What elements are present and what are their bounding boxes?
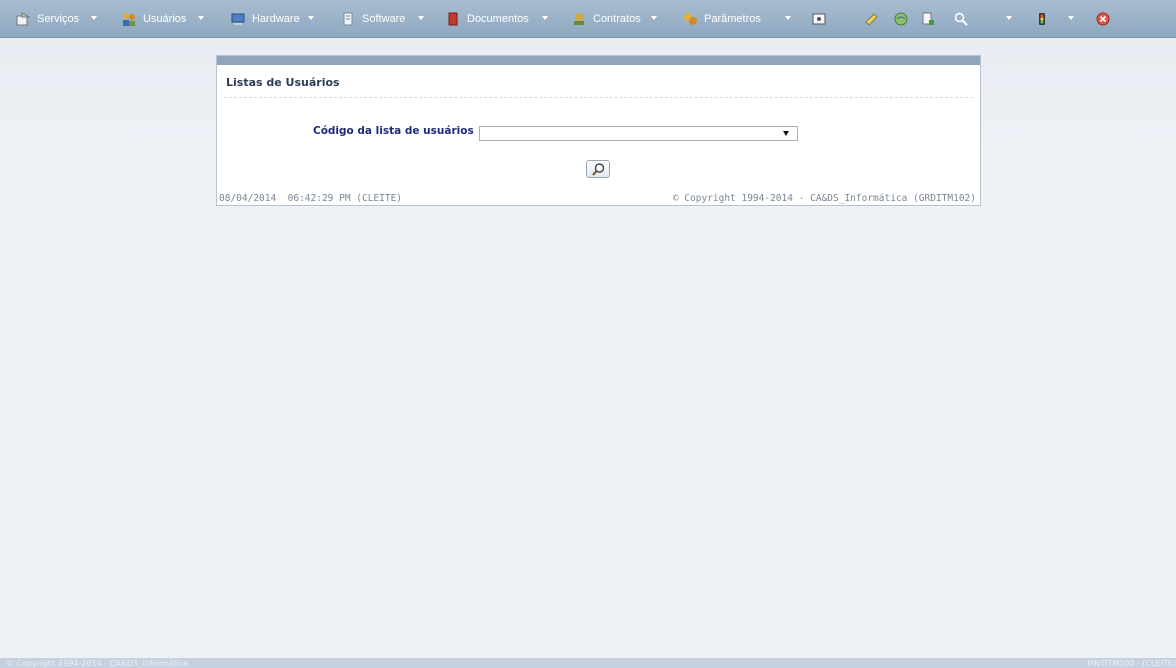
menu-label-usuarios: Usuários [143, 13, 187, 25]
traffic-chevron-down-icon[interactable] [1068, 16, 1074, 20]
user-list-code-select[interactable] [479, 126, 798, 141]
menu-servicos[interactable]: Serviços [16, 11, 79, 27]
search-chevron-down-icon[interactable] [1006, 16, 1012, 20]
contracts-icon [572, 12, 586, 26]
globe-icon[interactable] [894, 12, 908, 26]
servicos-chevron-down-icon[interactable] [91, 16, 97, 20]
status-program-code: MNTITM000 - (CLEITE) [1087, 659, 1176, 668]
documentos-chevron-down-icon[interactable] [542, 16, 548, 20]
status-copyright: © Copyright 1994-2014 - CA&DS_Informátic… [6, 659, 188, 668]
parameters-icon [683, 12, 697, 26]
user-list-code-label: Código da lista de usuários [313, 125, 474, 137]
hardware-icon [231, 12, 245, 26]
panel-copyright: © Copyright 1994-2014 - CA&DS_Informátic… [672, 193, 976, 204]
title-divider [224, 97, 973, 98]
timestamp-user: 08/04/2014 06:42:29 PM (CLEITE) [219, 193, 403, 204]
menu-bar: Serviços Usuários Hardware Software Docu… [0, 0, 1176, 38]
menu-label-software: Software [362, 13, 406, 25]
software-icon [341, 12, 355, 26]
menu-parametros[interactable]: Parâmetros [683, 11, 761, 27]
software-chevron-down-icon[interactable] [418, 16, 424, 20]
documents-icon [446, 12, 460, 26]
menu-contratos[interactable]: Contratos [572, 11, 641, 27]
hardware-chevron-down-icon[interactable] [308, 16, 314, 20]
panel-header-bar [217, 56, 980, 65]
menu-hardware[interactable]: Hardware [231, 11, 300, 27]
menu-label-contratos: Contratos [593, 13, 641, 25]
menu-label-hardware: Hardware [252, 13, 300, 25]
traffic-light-icon[interactable] [1035, 12, 1049, 26]
menu-documentos[interactable]: Documentos [446, 11, 529, 27]
menu-label-parametros: Parâmetros [704, 13, 761, 25]
menu-label-servicos: Serviços [37, 13, 80, 25]
menu-label-documentos: Documentos [467, 13, 529, 25]
notepad-icon[interactable] [864, 12, 878, 26]
chevron-down-icon [783, 131, 789, 136]
menu-usuarios[interactable]: Usuários [122, 11, 186, 27]
user-lists-panel: Listas de Usuários Código da lista de us… [216, 55, 981, 206]
usuarios-chevron-down-icon[interactable] [198, 16, 204, 20]
add-document-icon[interactable] [921, 12, 935, 26]
page-title: Listas de Usuários [226, 76, 340, 89]
users-icon [122, 12, 136, 26]
search-icon[interactable] [954, 12, 968, 26]
search-button[interactable] [586, 160, 610, 178]
contratos-chevron-down-icon[interactable] [651, 16, 657, 20]
magnifier-icon [592, 163, 605, 176]
status-bar: © Copyright 1994-2014 - CA&DS_Informátic… [0, 658, 1176, 668]
parametros-chevron-down-icon[interactable] [785, 16, 791, 20]
menu-software[interactable]: Software [341, 11, 405, 27]
close-icon[interactable] [1096, 12, 1110, 26]
services-icon [16, 12, 31, 26]
window-icon[interactable] [812, 12, 826, 26]
